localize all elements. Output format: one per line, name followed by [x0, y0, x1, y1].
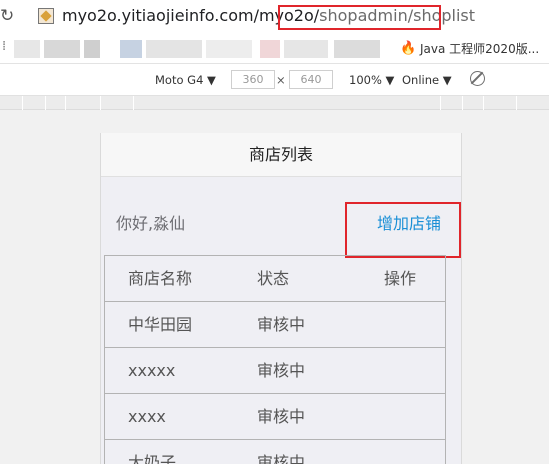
- ruler-tick: [462, 96, 463, 110]
- header-actions: 操作: [384, 269, 417, 288]
- zoom-select[interactable]: 100% ▼: [349, 73, 394, 87]
- status-cell: 审核中: [257, 407, 306, 426]
- height-input[interactable]: 640: [289, 70, 333, 89]
- table-row: 大奶子 审核中: [105, 440, 445, 464]
- fire-icon: 🔥: [400, 41, 417, 56]
- width-input[interactable]: 360: [231, 70, 275, 89]
- page-header-bar: 商店列表: [101, 133, 461, 177]
- greeting-text: 你好,淼仙: [116, 214, 186, 233]
- table-header-row: 商店名称 状态 操作: [105, 256, 445, 302]
- blurred-bookmark[interactable]: [14, 40, 40, 58]
- status-cell: 审核中: [257, 361, 306, 380]
- ruler-tick: [100, 96, 101, 110]
- blurred-bookmark[interactable]: [84, 40, 100, 58]
- ruler-tick: [22, 96, 23, 110]
- ruler-tick: [440, 96, 441, 110]
- table-row: 中华田园 审核中: [105, 302, 445, 348]
- shop-name-cell: 大奶子: [128, 453, 177, 464]
- header-status: 状态: [257, 269, 290, 288]
- blurred-bookmark[interactable]: [44, 40, 80, 58]
- ruler-tick: [483, 96, 484, 110]
- dimension-separator: ×: [276, 73, 286, 87]
- status-cell: 审核中: [257, 453, 306, 464]
- page-title: 商店列表: [248, 145, 313, 164]
- device-toolbar: Moto G4 ▼ 360 × 640 100% ▼ Online ▼: [0, 64, 549, 96]
- table-row: xxxx 审核中: [105, 394, 445, 440]
- blurred-bookmark[interactable]: [260, 40, 280, 58]
- network-select[interactable]: Online ▼: [402, 73, 452, 87]
- blurred-bookmark[interactable]: [334, 40, 380, 58]
- apps-icon[interactable]: ⁞: [2, 40, 6, 54]
- site-favicon-icon: [38, 8, 54, 24]
- shop-name-cell: xxxx: [128, 407, 166, 426]
- add-shop-highlight: [345, 202, 461, 258]
- device-select[interactable]: Moto G4 ▼: [155, 73, 216, 87]
- ruler-tick: [45, 96, 46, 110]
- ruler-tick: [65, 96, 66, 110]
- blurred-bookmark[interactable]: [206, 40, 252, 58]
- blurred-bookmark[interactable]: [146, 40, 202, 58]
- media-query-ruler: [0, 96, 549, 110]
- header-shop-name: 商店名称: [128, 269, 193, 288]
- reload-icon[interactable]: ↻: [0, 6, 18, 26]
- shop-name-cell: 中华田园: [128, 315, 193, 334]
- table-row: xxxxx 审核中: [105, 348, 445, 394]
- bookmarks-bar: ⁞ 🔥 Java 工程师2020版...: [0, 34, 549, 64]
- blurred-bookmark[interactable]: [284, 40, 328, 58]
- ruler-tick: [133, 96, 134, 110]
- shop-name-cell: xxxxx: [128, 361, 176, 380]
- ruler-tick: [516, 96, 517, 110]
- url-path-highlight: [278, 5, 441, 30]
- shop-table: 商店名称 状态 操作 中华田园 审核中 xxxxx 审核中 xxxx 审核中 大…: [104, 255, 446, 464]
- address-bar: ↻ myo2o.yitiaojieinfo.com/myo2o/shopadmi…: [0, 0, 549, 34]
- status-cell: 审核中: [257, 315, 306, 334]
- bookmark-java[interactable]: Java 工程师2020版...: [420, 40, 539, 58]
- blurred-bookmark[interactable]: [120, 40, 142, 58]
- mobile-page: 商店列表 你好,淼仙 增加店铺 商店名称 状态 操作 中华田园 审核中 xxxx…: [100, 133, 462, 464]
- rotate-icon[interactable]: [470, 71, 485, 86]
- browser-window: ↻ myo2o.yitiaojieinfo.com/myo2o/shopadmi…: [0, 0, 549, 464]
